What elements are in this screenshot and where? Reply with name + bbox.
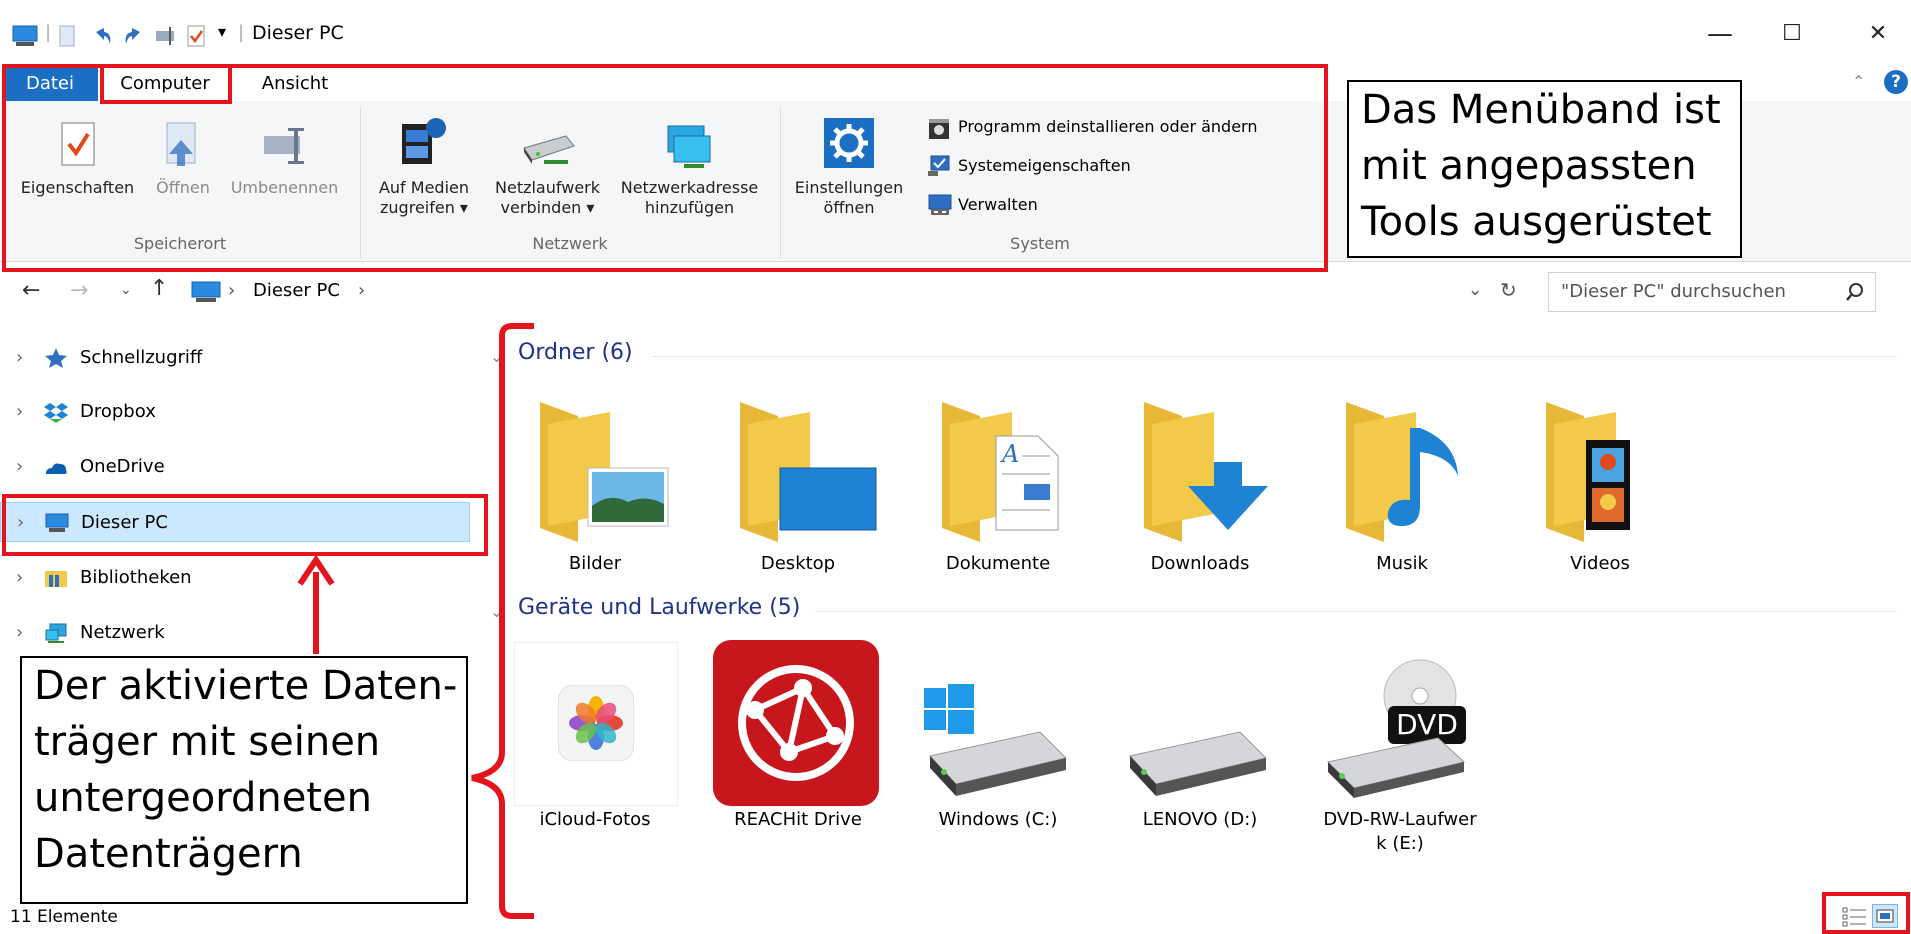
device-dvd-rw-e[interactable]: DVD (1320, 656, 1480, 800)
breadcrumb-separator: › (228, 280, 236, 301)
nav-callout: Der aktivierte Daten- träger mit seinen … (20, 656, 468, 904)
folder-desktop[interactable] (740, 402, 880, 546)
annotation-curly-brace (471, 323, 534, 919)
nav-label: Dropbox (80, 401, 156, 422)
nav-label: Netzwerk (80, 622, 165, 643)
nav-item-dropbox[interactable]: › Dropbox (0, 392, 480, 432)
device-label: LENOVO (D:) (1142, 809, 1258, 830)
refresh-icon[interactable]: ↻ (1500, 278, 1517, 302)
rename-small-icon[interactable] (154, 24, 178, 48)
device-reachit-drive[interactable] (713, 640, 879, 806)
checkmark-doc-icon[interactable] (186, 24, 208, 48)
reachit-globe-icon (738, 665, 854, 781)
folder-downloads[interactable] (1144, 402, 1274, 546)
callout-line: träger mit seinen (34, 719, 381, 765)
pictures-folder-icon (540, 402, 669, 542)
device-windows-c[interactable] (920, 680, 1070, 804)
folder-label: Musik (1376, 553, 1428, 574)
undo-icon[interactable] (90, 24, 114, 48)
music-folder-icon (1346, 402, 1458, 542)
up-arrow-icon[interactable]: ↑ (150, 276, 168, 301)
optical-drive-icon (1326, 737, 1466, 798)
search-box[interactable]: "Dieser PC" durchsuchen (1548, 272, 1876, 312)
breadcrumb-dropdown[interactable]: › (358, 280, 365, 301)
callout-line: Der aktivierte Daten- (34, 663, 458, 709)
hard-drive-icon (1129, 731, 1267, 796)
close-button[interactable]: ✕ (1858, 16, 1898, 52)
desktop-folder-icon (740, 402, 877, 542)
network-icon (45, 623, 67, 643)
folder-videos[interactable] (1546, 402, 1676, 546)
callout-line: Das Menüband ist (1361, 87, 1721, 133)
nav-label: Schnellzugriff (80, 347, 203, 368)
nav-item-bibliotheken[interactable]: › Bibliotheken (0, 558, 280, 598)
expand-chevron-icon[interactable]: › (16, 338, 23, 378)
folder-label: Dokumente (945, 553, 1051, 574)
device-label: Windows (C:) (938, 809, 1058, 830)
breadcrumb-dieser-pc[interactable]: Dieser PC (253, 280, 340, 301)
expand-chevron-icon[interactable]: › (16, 558, 23, 598)
expand-chevron-icon[interactable]: › (16, 613, 23, 653)
status-item-count: 11 Elemente (10, 907, 118, 927)
folder-bilder[interactable] (540, 402, 670, 546)
search-input[interactable]: "Dieser PC" durchsuchen (1561, 281, 1786, 302)
callout-line: mit angepassten (1361, 143, 1697, 189)
device-lenovo-d[interactable] (1120, 700, 1270, 804)
nav-item-schnellzugriff[interactable]: › Schnellzugriff (0, 338, 480, 378)
address-dropdown-icon[interactable]: ⌄ (1468, 280, 1482, 300)
windows-drive-icon (924, 684, 1067, 796)
nav-label: OneDrive (80, 456, 165, 477)
window-title: Dieser PC (252, 22, 344, 44)
svg-text:A: A (1000, 440, 1019, 468)
title-separator: | (238, 22, 245, 43)
computer-icon (191, 281, 221, 302)
search-icon[interactable] (1845, 282, 1865, 302)
callout-line: Datenträgern (34, 831, 303, 877)
minimize-button[interactable]: — (1700, 16, 1740, 52)
nav-label: Bibliotheken (80, 567, 192, 588)
downloads-folder-icon (1144, 402, 1268, 542)
folder-dokumente[interactable]: A (942, 402, 1072, 546)
folder-musik[interactable] (1346, 402, 1476, 546)
annotation-computer-tab-highlight (100, 64, 232, 104)
properties-small-icon[interactable] (58, 24, 78, 48)
back-arrow-icon[interactable]: ← (22, 278, 40, 303)
folder-label: Desktop (760, 553, 836, 574)
folder-label: Videos (1570, 553, 1630, 574)
folder-label: Downloads (1150, 553, 1250, 574)
documents-folder-icon: A (942, 402, 1059, 542)
nav-item-netzwerk[interactable]: › Netzwerk (0, 613, 280, 653)
dropbox-icon (44, 403, 68, 423)
toolbar-separator: | (45, 22, 52, 43)
section-header-geraete[interactable]: Geräte und Laufwerke (5) (518, 595, 800, 620)
star-icon (45, 348, 67, 368)
section-divider (815, 611, 1897, 612)
recent-locations-icon[interactable]: ⌄ (120, 282, 132, 298)
device-label: DVD-RW-Laufwer (1323, 809, 1477, 830)
onedrive-cloud-icon (46, 463, 67, 474)
annotation-dieser-pc-highlight (2, 494, 488, 556)
device-label: REACHit Drive (734, 809, 862, 830)
title-bar: | ▾ | Dieser PC — ☐ ✕ (0, 0, 1911, 70)
ribbon-callout: Das Menüband ist mit angepassten Tools a… (1347, 80, 1742, 258)
videos-folder-icon (1546, 402, 1630, 542)
maximize-button[interactable]: ☐ (1772, 16, 1812, 52)
expand-chevron-icon[interactable]: › (16, 447, 23, 487)
icloud-photos-icon (558, 685, 634, 761)
callout-line: untergeordneten (34, 775, 372, 821)
collapse-ribbon-icon[interactable]: ⌃ (1852, 72, 1865, 91)
nav-item-onedrive[interactable]: › OneDrive (0, 447, 480, 487)
device-label-line2: k (E:) (1376, 833, 1424, 854)
expand-chevron-icon[interactable]: › (16, 392, 23, 432)
computer-icon (12, 25, 38, 46)
callout-line: Tools ausgerüstet (1361, 199, 1712, 245)
annotation-up-arrow (297, 556, 335, 654)
library-icon (45, 571, 67, 587)
forward-arrow-icon[interactable]: → (70, 278, 88, 303)
annotation-view-buttons-highlight (1822, 892, 1910, 934)
redo-icon[interactable] (122, 24, 146, 48)
help-icon[interactable]: ? (1884, 70, 1908, 94)
quick-access-dropdown-icon[interactable]: ▾ (218, 22, 226, 41)
section-divider (652, 356, 1897, 357)
